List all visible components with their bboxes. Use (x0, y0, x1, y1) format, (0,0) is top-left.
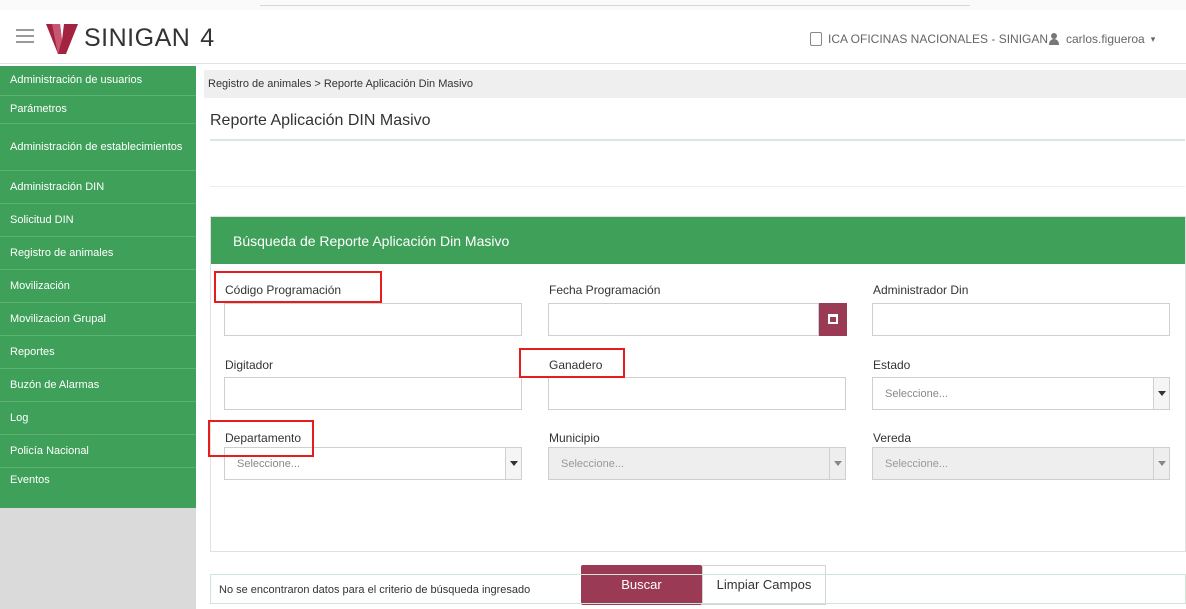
digitador-label: Digitador (225, 358, 274, 372)
highlight-ganadero (519, 348, 625, 378)
sidebar-item-parametros[interactable]: Parámetros (0, 96, 196, 124)
ganadero-input[interactable] (548, 377, 846, 410)
municipio-label: Municipio (549, 431, 600, 445)
office-label: ICA OFICINAS NACIONALES - SINIGAN (828, 32, 1049, 46)
caret-down-icon (505, 448, 521, 479)
sidebar-item-buzon-alarmas[interactable]: Buzón de Alarmas (0, 369, 196, 402)
address-bar (260, 0, 970, 6)
caret-down-icon (829, 448, 845, 479)
sidebar-item-log[interactable]: Log (0, 402, 196, 435)
title-divider (210, 139, 1185, 141)
sidebar-item-administracion-establecimientos[interactable]: Administración de establecimientos (0, 124, 196, 171)
office-selector[interactable]: ICA OFICINAS NACIONALES - SINIGAN (810, 32, 1048, 46)
brand-version: 4 (200, 24, 215, 52)
estado-select[interactable]: Seleccione... (872, 377, 1170, 410)
user-icon (1048, 33, 1060, 45)
user-name: carlos.figueroa (1066, 32, 1145, 46)
sidebar-item-eventos[interactable]: Eventos (0, 468, 196, 508)
result-message: No se encontraron datos para el criterio… (210, 574, 1186, 604)
vereda-select[interactable]: Seleccione... (872, 447, 1170, 480)
caret-down-icon: ▾ (1150, 33, 1156, 44)
highlight-codigo (214, 271, 382, 303)
administrador-label: Administrador Din (873, 283, 969, 297)
municipio-value: Seleccione... (561, 458, 624, 470)
phone-icon (810, 32, 822, 46)
highlight-departamento (208, 420, 314, 457)
fecha-programacion-input[interactable] (548, 303, 819, 336)
page-title: Reporte Aplicación DIN Masivo (210, 112, 431, 129)
vereda-label: Vereda (873, 431, 912, 445)
vereda-value: Seleccione... (885, 458, 948, 470)
menu-icon[interactable] (16, 29, 34, 43)
sidebar-item-administracion-din[interactable]: Administración DIN (0, 171, 196, 204)
calendar-icon (828, 314, 838, 324)
sidebar-item-administracion-usuarios[interactable]: Administración de usuarios (0, 66, 196, 96)
sidebar-menu: Administración de usuarios Parámetros Ad… (0, 66, 196, 508)
caret-down-icon (1153, 378, 1169, 409)
administrador-din-input[interactable] (872, 303, 1170, 336)
digitador-input[interactable] (224, 377, 522, 410)
codigo-programacion-input[interactable] (224, 303, 522, 336)
sidebar-item-policia-nacional[interactable]: Policía Nacional (0, 435, 196, 468)
sidebar-item-registro-animales[interactable]: Registro de animales (0, 237, 196, 270)
fecha-label: Fecha Programación (549, 283, 661, 297)
sidebar-item-solicitud-din[interactable]: Solicitud DIN (0, 204, 196, 237)
departamento-value: Seleccione... (237, 458, 300, 470)
section-divider (210, 186, 1185, 187)
search-panel: Búsqueda de Reporte Aplicación Din Masiv… (208, 216, 1186, 605)
estado-label: Estado (873, 358, 911, 372)
main-content: Registro de animales > Reporte Aplicació… (204, 66, 1186, 609)
municipio-select[interactable]: Seleccione... (548, 447, 846, 480)
calendar-button[interactable] (819, 303, 847, 336)
breadcrumb: Registro de animales > Reporte Aplicació… (204, 70, 1186, 98)
sidebar-item-movilizacion[interactable]: Movilización (0, 270, 196, 303)
sidebar-item-movilizacion-grupal[interactable]: Movilizacion Grupal (0, 303, 196, 336)
brand-name: SINIGAN (84, 24, 191, 52)
sidebar: Administración de usuarios Parámetros Ad… (0, 66, 196, 609)
browser-top-strip (0, 0, 1186, 10)
user-menu[interactable]: carlos.figueroa ▾ (1048, 32, 1155, 46)
app-header: SINIGAN 4 ICA OFICINAS NACIONALES - SINIG… (0, 10, 1186, 64)
sidebar-item-reportes[interactable]: Reportes (0, 336, 196, 369)
app-brand: SINIGAN 4 (84, 24, 215, 53)
estado-value: Seleccione... (885, 388, 948, 400)
search-panel-title: Búsqueda de Reporte Aplicación Din Masiv… (211, 217, 1185, 264)
sinigan-logo (46, 24, 78, 54)
caret-down-icon (1153, 448, 1169, 479)
